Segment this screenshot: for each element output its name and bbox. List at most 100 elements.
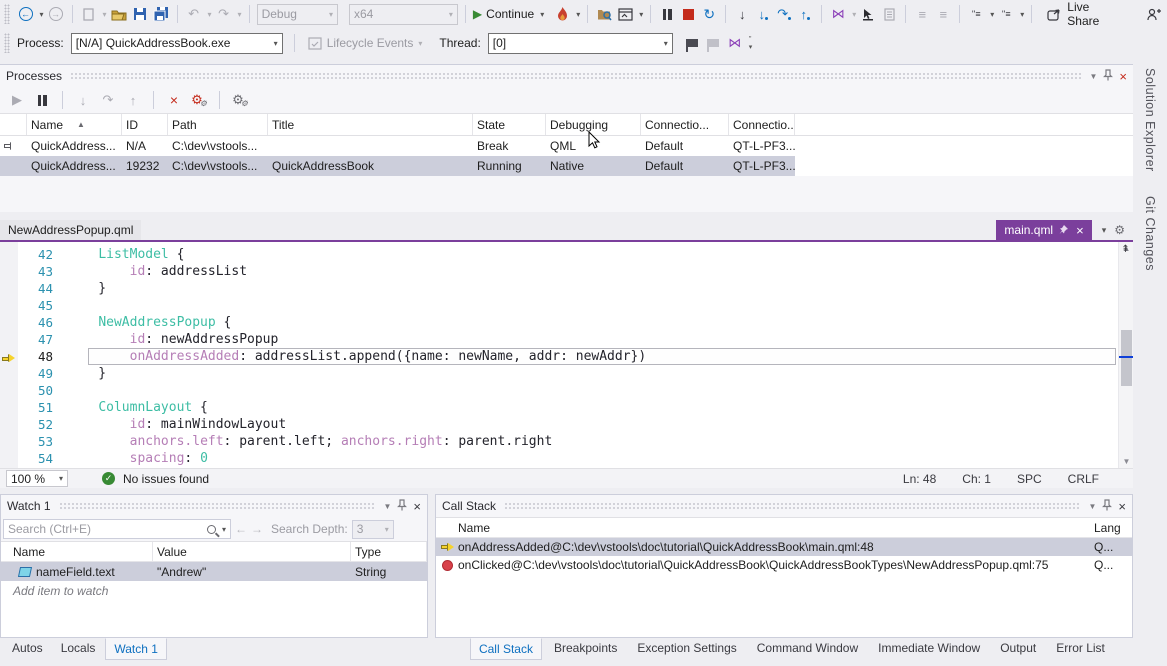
panel-drag-handle[interactable]: [70, 72, 1081, 80]
scroll-down-icon[interactable]: ▼: [1119, 457, 1133, 466]
watch-column-name[interactable]: Name: [1, 542, 153, 561]
watch-column-type[interactable]: Type: [351, 542, 427, 561]
callstack-pin-icon[interactable]: [1102, 499, 1112, 514]
tab-breakpoints[interactable]: Breakpoints: [546, 638, 625, 660]
tab-autos[interactable]: Autos: [4, 638, 51, 660]
code-line-45[interactable]: 45: [0, 297, 1118, 314]
save-icon[interactable]: [131, 5, 149, 23]
code-editor[interactable]: 42 ListModel {43 id: addressList44 }4546…: [0, 242, 1133, 468]
navigate-forward-icon[interactable]: →: [47, 5, 65, 23]
lifecycle-events-dropdown[interactable]: ▾: [418, 39, 422, 48]
tab-error-list[interactable]: Error List: [1048, 638, 1113, 660]
watch-row[interactable]: nameField.text"Andrew"String: [1, 562, 427, 581]
show-threads-in-source-icon[interactable]: ⋈: [829, 5, 847, 23]
search-prev-icon[interactable]: ←: [235, 522, 247, 536]
run-to-cursor-icon[interactable]: [859, 5, 877, 23]
code-line-54[interactable]: 54 spacing: 0: [0, 450, 1118, 467]
parallel-stacks-icon[interactable]: ⋈: [726, 34, 744, 52]
process-combo[interactable]: [N/A] QuickAddressBook.exe▾: [71, 33, 283, 54]
column-header-connectio[interactable]: Connectio...: [729, 114, 795, 135]
indent-increase-icon[interactable]: ≡: [934, 5, 952, 23]
watch-drag-handle[interactable]: [59, 502, 376, 510]
processes-window-menu-icon[interactable]: ▼: [1089, 72, 1097, 81]
function-breakpoint-icon[interactable]: [880, 5, 898, 23]
undo-dropdown[interactable]: ▾: [208, 10, 212, 19]
show-next-statement-icon[interactable]: ↓: [733, 5, 751, 23]
uncomment-icon[interactable]: ''≡: [997, 5, 1015, 23]
proc-settings-icon[interactable]: ⚙⚙: [231, 91, 249, 109]
tab-immediate-window[interactable]: Immediate Window: [870, 638, 988, 660]
search-options-dropdown[interactable]: ▾: [222, 525, 226, 534]
hot-reload-icon[interactable]: [553, 5, 571, 23]
hot-reload-dropdown[interactable]: ▾: [576, 10, 580, 19]
tab-exception-settings[interactable]: Exception Settings: [629, 638, 744, 660]
proc-break-icon[interactable]: [33, 91, 51, 109]
location-dropdown[interactable]: ''▾: [749, 36, 753, 51]
callstack-close-icon[interactable]: ×: [1118, 499, 1126, 514]
processes-pin-icon[interactable]: [1103, 69, 1113, 84]
watch-table-header[interactable]: NameValueType: [1, 542, 427, 562]
code-line-42[interactable]: 42 ListModel {: [0, 246, 1118, 263]
tab-list-dropdown[interactable]: ▾: [1102, 225, 1107, 236]
editor-splitter-handle[interactable]: ⇞: [1118, 244, 1133, 260]
callstack-drag-handle[interactable]: [504, 502, 1080, 510]
indent-decrease-icon[interactable]: ≡: [913, 5, 931, 23]
proc-attach-settings-icon[interactable]: ⚙⚙: [190, 91, 208, 109]
threads-dropdown[interactable]: ▾: [852, 10, 856, 19]
live-share-button[interactable]: Live Share: [1045, 0, 1118, 28]
tab-output[interactable]: Output: [992, 638, 1044, 660]
break-all-icon[interactable]: [658, 5, 676, 23]
processes-close-icon[interactable]: ×: [1119, 69, 1127, 84]
search-next-icon[interactable]: →: [251, 522, 263, 536]
column-header-title[interactable]: Title: [268, 114, 473, 135]
tab-newaddresspopup-qml[interactable]: NewAddressPopup.qml: [0, 220, 141, 240]
thread-combo[interactable]: [0]▾: [488, 33, 673, 54]
tab-close-icon[interactable]: ×: [1076, 223, 1084, 238]
column-header-state[interactable]: State: [473, 114, 546, 135]
step-over-icon[interactable]: ↷: [775, 5, 793, 23]
column-header-name[interactable]: Name▲: [27, 114, 122, 135]
stop-debugging-icon[interactable]: [679, 5, 697, 23]
save-all-icon[interactable]: [152, 5, 170, 23]
code-line-44[interactable]: 44 }: [0, 280, 1118, 297]
issues-text[interactable]: No issues found: [123, 472, 209, 486]
continue-button[interactable]: ▶ Continue ▾: [473, 7, 544, 21]
solution-configuration-combo[interactable]: Debug▾: [257, 4, 338, 25]
solution-window-icon[interactable]: [616, 5, 634, 23]
code-line-50[interactable]: 50: [0, 382, 1118, 399]
watch-close-icon[interactable]: ×: [413, 499, 421, 514]
watch-column-value[interactable]: Value: [153, 542, 351, 561]
toolbar-grip2[interactable]: [4, 33, 10, 53]
step-out-icon[interactable]: ↑: [796, 5, 814, 23]
proc-continue-icon[interactable]: ▶: [8, 91, 26, 109]
tab-watch-1[interactable]: Watch 1: [105, 638, 167, 660]
code-line-49[interactable]: 49 }: [0, 365, 1118, 382]
code-line-47[interactable]: 47 id: newAddressPopup: [0, 331, 1118, 348]
editor-zoom-combo[interactable]: 100 %▾: [6, 470, 68, 487]
undo-icon[interactable]: ↶: [185, 5, 203, 23]
sidebar-tab-git-changes[interactable]: Git Changes: [1143, 196, 1157, 271]
tab-command-window[interactable]: Command Window: [749, 638, 866, 660]
column-header-connectio[interactable]: Connectio...: [641, 114, 729, 135]
status-column[interactable]: Ch: 1: [962, 472, 991, 486]
navigate-back-dropdown[interactable]: ▾: [40, 10, 44, 19]
status-line[interactable]: Ln: 48: [903, 472, 936, 486]
callstack-frame-row[interactable]: onClicked@C:\dev\vstools\doc\tutorial\Qu…: [436, 556, 1132, 574]
redo-icon[interactable]: ↷: [215, 5, 233, 23]
tab-call-stack[interactable]: Call Stack: [470, 638, 542, 660]
callstack-window-menu-icon[interactable]: ▼: [1088, 502, 1096, 511]
find-in-files-icon[interactable]: [595, 5, 613, 23]
solution-platform-combo[interactable]: x64▾: [349, 4, 458, 25]
status-eol[interactable]: CRLF: [1068, 472, 1099, 486]
status-spaces[interactable]: SPC: [1017, 472, 1042, 486]
code-line-48[interactable]: 48 onAddressAdded: addressList.append({n…: [0, 348, 1118, 365]
watch-pin-icon[interactable]: [397, 499, 407, 514]
watch-window-menu-icon[interactable]: ▼: [383, 502, 391, 511]
tab-locals[interactable]: Locals: [53, 638, 104, 660]
new-file-icon[interactable]: [80, 5, 98, 23]
tab-pin-icon[interactable]: [1059, 224, 1070, 237]
search-depth-combo[interactable]: 3▾: [352, 520, 394, 539]
code-line-52[interactable]: 52 id: mainWindowLayout: [0, 416, 1118, 433]
tab-main-qml[interactable]: main.qml ×: [996, 220, 1091, 240]
proc-step-out-icon[interactable]: ↑: [124, 91, 142, 109]
